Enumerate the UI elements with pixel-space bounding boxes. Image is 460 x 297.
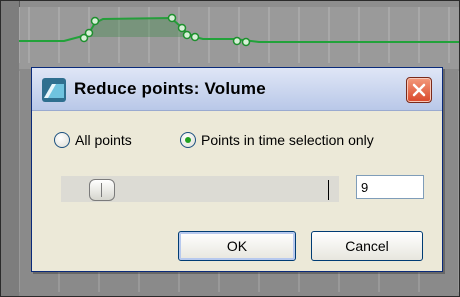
dialog-titlebar[interactable]: Reduce points: Volume [32, 68, 442, 111]
reduce-points-dialog: Reduce points: Volume All points Points … [31, 67, 443, 272]
close-button[interactable] [406, 77, 432, 103]
track-header-strip [1, 1, 20, 296]
envelope-point[interactable] [190, 32, 200, 42]
points-slider-thumb[interactable] [89, 179, 115, 201]
envelope-point[interactable] [167, 13, 177, 23]
radio-all-points[interactable]: All points [54, 130, 132, 150]
dialog-title: Reduce points: Volume [74, 79, 266, 98]
points-value-field[interactable]: 9 [356, 175, 424, 199]
slider-tick [328, 180, 329, 200]
close-icon [412, 83, 426, 97]
radio-button[interactable] [54, 132, 70, 148]
radio-time-selection[interactable]: Points in time selection only [180, 130, 374, 150]
reaper-envelope-icon [42, 78, 66, 102]
envelope-point[interactable] [182, 30, 192, 40]
envelope-point[interactable] [90, 16, 100, 26]
radio-label: Points in time selection only [201, 132, 374, 148]
envelope-point[interactable] [177, 23, 187, 33]
envelope-point[interactable] [241, 37, 251, 47]
arrange-view: Reduce points: Volume All points Points … [0, 0, 460, 297]
envelope-point[interactable] [84, 28, 94, 38]
cancel-button[interactable]: Cancel [311, 231, 423, 261]
radio-label: All points [75, 132, 132, 148]
radio-button-selected[interactable] [180, 132, 196, 148]
ok-button[interactable]: OK [178, 231, 296, 261]
envelope-point[interactable] [232, 36, 242, 46]
